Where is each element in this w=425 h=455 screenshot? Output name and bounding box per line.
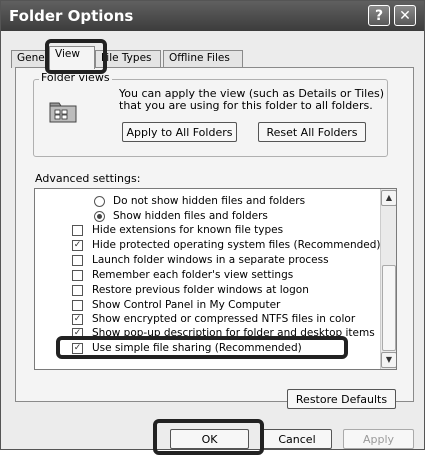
folder-options-window: Folder Options ? ✕ General View File Typ… [0,0,425,455]
checkbox[interactable]: ✓ [72,314,83,325]
help-button[interactable]: ? [368,5,390,26]
scroll-up-button[interactable]: ▲ [381,190,396,206]
folder-icon [49,102,77,123]
setting-hide-extensions[interactable]: Hide extensions for known file types [35,224,379,237]
apply-button[interactable]: Apply [343,429,414,449]
setting-show-hidden[interactable]: Show hidden files and folders [35,210,379,223]
checkbox[interactable] [72,225,83,236]
setting-show-control-panel[interactable]: Show Control Panel in My Computer [35,299,379,312]
radio-button[interactable] [94,211,105,222]
help-icon: ? [374,7,384,24]
chevron-down-icon: ▼ [385,355,393,364]
reset-all-folders-button[interactable]: Reset All Folders [258,122,366,142]
setting-do-not-show-hidden[interactable]: Do not show hidden files and folders [35,195,379,208]
simple-sharing-highlight [56,336,348,359]
chevron-up-icon: ▲ [385,193,393,202]
checkbox[interactable]: ✓ [72,240,83,251]
checkbox[interactable] [72,255,83,266]
checkbox[interactable] [72,285,83,296]
radio-button[interactable] [94,196,105,207]
folder-views-description: You can apply the view (such as Details … [119,87,384,112]
tab-offline-files[interactable]: Offline Files [163,50,243,68]
tab-general[interactable]: General [11,50,49,68]
restore-defaults-button[interactable]: Restore Defaults [287,389,396,409]
close-icon: ✕ [399,7,411,24]
window-title: Folder Options [9,7,134,25]
setting-remember-view[interactable]: Remember each folder's view settings [35,269,379,282]
scrollbar-thumb[interactable] [382,265,396,351]
checkbox[interactable] [72,270,83,281]
cancel-button[interactable]: Cancel [262,429,332,449]
close-button[interactable]: ✕ [394,5,416,26]
apply-to-all-folders-button[interactable]: Apply to All Folders [122,122,237,142]
view-tab-highlight [45,39,107,74]
setting-hide-protected-files[interactable]: ✓ Hide protected operating system files … [35,239,381,252]
list-scrollbar[interactable]: ▲ ▼ [380,189,396,369]
setting-restore-windows[interactable]: Restore previous folder windows at logon [35,284,379,297]
checkbox[interactable] [72,300,83,311]
setting-ntfs-color[interactable]: ✓ Show encrypted or compressed NTFS file… [35,313,379,326]
title-bar[interactable]: Folder Options ? ✕ [1,1,424,31]
setting-launch-separate-process[interactable]: Launch folder windows in a separate proc… [35,254,379,267]
checkbox[interactable]: ✓ [72,328,83,336]
advanced-settings-label: Advanced settings: [35,172,141,185]
setting-popup-description[interactable]: ✓ Show pop-up description for folder and… [35,327,379,336]
scroll-down-button[interactable]: ▼ [381,352,396,368]
